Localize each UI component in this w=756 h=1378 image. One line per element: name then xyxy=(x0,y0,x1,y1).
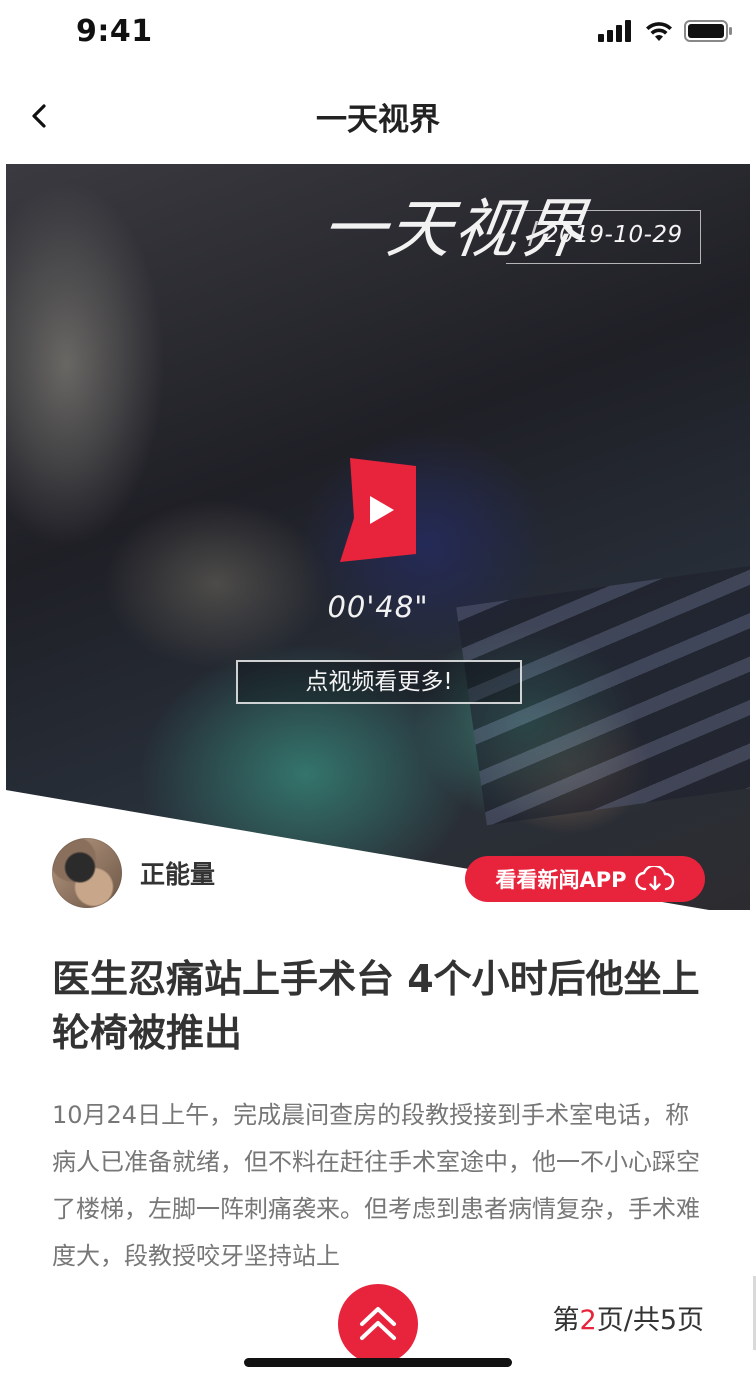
video-player[interactable]: 一天视界 / 2019-10-29 00'48" 点视频看更多! xyxy=(6,164,750,910)
play-icon[interactable] xyxy=(340,458,416,562)
screen: 9:41 一天视界 一天视界 / 2019-10-29 00'48" 点视频看更… xyxy=(0,0,756,1378)
cloud-download-icon xyxy=(634,866,674,891)
video-duration: 00'48" xyxy=(327,590,429,624)
avatar[interactable] xyxy=(52,838,122,908)
scroll-to-top-button[interactable] xyxy=(338,1284,418,1364)
page-indicator-prefix: 第 xyxy=(552,1305,580,1336)
status-bar: 9:41 xyxy=(0,0,756,66)
nav-bar: 一天视界 xyxy=(0,76,756,156)
author-name[interactable]: 正能量 xyxy=(140,855,215,891)
home-indicator xyxy=(244,1358,512,1367)
status-time: 9:41 xyxy=(76,14,153,49)
download-app-button[interactable]: 看看新闻APP xyxy=(465,856,705,902)
watch-more-button[interactable]: 点视频看更多! xyxy=(236,660,522,704)
article-body: 10月24日上午，完成晨间查房的段教授接到手术室电话，称病人已准备就绪，但不料在… xyxy=(52,1101,700,1270)
page-indicator-current: 2 xyxy=(579,1305,597,1336)
author-row: 正能量 xyxy=(52,838,215,908)
article-title: 医生忍痛站上手术台 4个小时后他坐上轮椅被推出 xyxy=(52,957,700,1055)
status-icons xyxy=(598,20,734,42)
video-date: 2019-10-29 xyxy=(544,222,683,248)
battery-icon xyxy=(684,20,732,42)
download-app-label: 看看新闻APP xyxy=(495,868,627,892)
page-indicator: 第2页/共5页 xyxy=(553,1298,704,1337)
signal-icon xyxy=(598,20,631,42)
page-indicator-suffix: 页/共5页 xyxy=(596,1305,704,1336)
double-chevron-up-icon xyxy=(360,1307,396,1340)
wifi-icon xyxy=(646,22,672,41)
brand-watermark: 一天视界 / 2019-10-29 xyxy=(317,193,708,308)
page-title: 一天视界 xyxy=(316,102,440,138)
brand-divider: / xyxy=(528,216,539,251)
